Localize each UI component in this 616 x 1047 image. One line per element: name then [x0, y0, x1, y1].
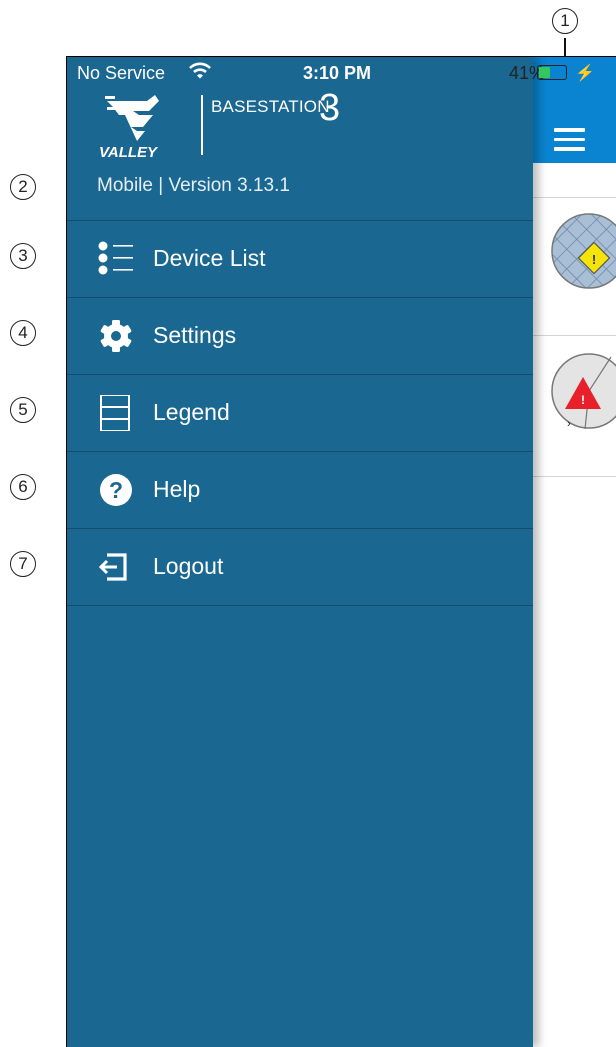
gear-icon: [100, 320, 132, 352]
help-icon: ?: [100, 474, 132, 506]
phone-screen: ! ! › VALLEY BASESTATION 3 Mobile | Vers…: [66, 56, 616, 1047]
menu-label-legend: Legend: [153, 399, 230, 425]
menu-item-legend[interactable]: Legend: [67, 374, 533, 451]
callout-2: 2: [10, 174, 36, 200]
menu-item-logout[interactable]: Logout: [67, 528, 533, 606]
list-icon: [98, 241, 133, 275]
clock-text: 3:10 PM: [303, 63, 372, 83]
svg-text:›: ›: [567, 418, 571, 430]
menu-item-settings[interactable]: Settings: [67, 297, 533, 374]
device-status-warning-icon[interactable]: !: [547, 209, 616, 293]
legend-icon: [100, 395, 130, 431]
menu-label-settings: Settings: [153, 322, 237, 348]
callout-6: 6: [10, 474, 36, 500]
logo-divider: [201, 95, 203, 155]
menu-label-help: Help: [153, 476, 201, 502]
hamburger-menu-icon[interactable]: [554, 128, 585, 151]
wifi-icon: [189, 62, 211, 79]
callout-1: 1: [552, 8, 578, 34]
status-bar: No Service 3:10 PM 41% ⚡: [67, 57, 616, 87]
svg-text:!: !: [592, 252, 596, 267]
app-version: Mobile | Version 3.13.1: [97, 175, 290, 196]
device-status-alarm-icon[interactable]: ! ›: [547, 349, 616, 433]
list-separator: [533, 476, 616, 477]
navigation-drawer: VALLEY BASESTATION 3 Mobile | Version 3.…: [67, 57, 533, 1047]
valley-logo-icon: VALLEY: [99, 95, 159, 161]
list-separator: [533, 335, 616, 336]
list-separator: [533, 197, 616, 198]
callout-5: 5: [10, 397, 36, 423]
callout-4: 4: [10, 320, 36, 346]
bolt-icon: ⚡: [575, 65, 595, 82]
menu-label-logout: Logout: [153, 553, 224, 579]
product-name: BASESTATION: [211, 97, 330, 116]
battery-icon: [537, 65, 567, 80]
menu-label-device-list: Device List: [153, 245, 266, 271]
drawer-menu: Device List Settings Legend ? Help Logou…: [67, 220, 533, 606]
menu-item-help[interactable]: ? Help: [67, 451, 533, 528]
battery-fill: [539, 67, 551, 78]
callout-3: 3: [10, 243, 36, 269]
product-number: 3: [319, 87, 341, 129]
menu-item-device-list[interactable]: Device List: [67, 220, 533, 297]
logout-icon: [98, 553, 127, 581]
logo-text: VALLEY: [99, 144, 159, 161]
brand-header: VALLEY BASESTATION 3: [97, 87, 497, 163]
carrier-text: No Service: [77, 63, 166, 83]
callout-7: 7: [10, 551, 36, 577]
svg-text:!: !: [581, 393, 585, 407]
svg-text:?: ?: [109, 477, 123, 503]
